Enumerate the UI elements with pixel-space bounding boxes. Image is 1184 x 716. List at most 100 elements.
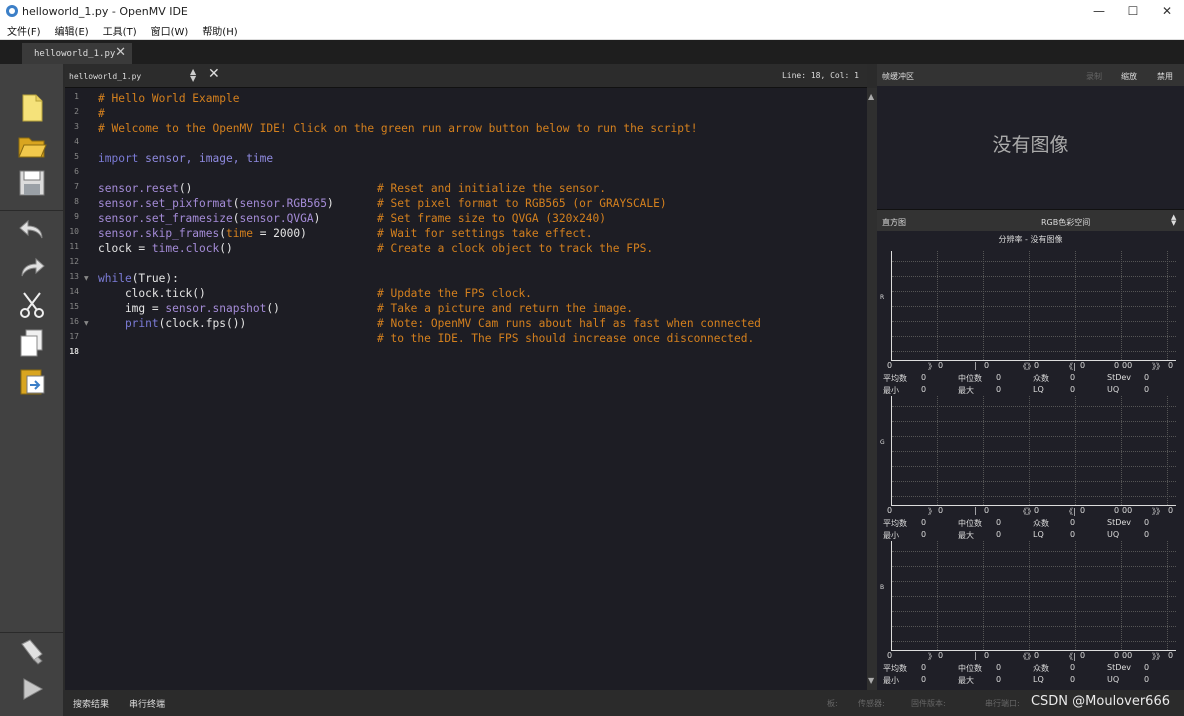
save-icon[interactable] <box>16 167 48 199</box>
new-file-icon[interactable] <box>16 92 48 124</box>
stat-stdev-label: StDev <box>1107 373 1132 382</box>
paste-icon[interactable] <box>16 365 48 397</box>
copy-icon[interactable] <box>16 327 48 359</box>
menu-file[interactable]: 文件(F) <box>0 23 48 38</box>
grid-line <box>983 396 984 505</box>
menu-window[interactable]: 窗口(W) <box>144 23 196 38</box>
zoom-button[interactable]: 缩放 <box>1121 71 1137 82</box>
connect-usb-icon[interactable] <box>16 636 48 668</box>
scroll-down-icon[interactable]: ▼ <box>868 676 874 685</box>
code-text: () <box>219 242 233 255</box>
grid-line <box>1075 396 1076 505</box>
code-text: img = <box>98 302 166 315</box>
code-text: clock.tick <box>98 287 193 300</box>
stat-min-value: 0 <box>921 385 927 394</box>
scroll-up-icon[interactable]: ▲ <box>868 92 874 101</box>
tick-label: | <box>974 361 977 370</box>
board-status: 板: <box>827 698 838 708</box>
colorspace-select-arrows-icon[interactable]: ▲ ▼ <box>1171 214 1176 227</box>
editor-header: helloworld_1.py ▲ ▼ ✕ Line: 18, Col: 1 <box>65 64 867 88</box>
histogram-g-chart <box>891 396 1176 506</box>
file-tab-helloworld[interactable]: helloworld_1.py ✕ <box>22 43 132 64</box>
fold-arrow-icon[interactable]: ▼ <box>84 320 89 327</box>
undo-icon[interactable] <box>16 214 48 246</box>
code-text: () <box>192 287 206 300</box>
no-image-text: 没有图像 <box>992 134 1069 156</box>
stat-median-label: 中位数 <box>958 374 982 383</box>
tick-label: 0 <box>1168 651 1174 660</box>
close-tab-icon[interactable]: ✕ <box>115 45 126 60</box>
grid-line <box>1167 251 1168 360</box>
colorspace-select[interactable]: RGB色彩空间 <box>1041 217 1090 228</box>
stat-uq-value: 0 <box>1144 385 1150 394</box>
tick-label: 0 <box>1034 506 1040 515</box>
file-selector-arrows-icon[interactable]: ▲ ▼ <box>190 68 196 83</box>
grid-line <box>1075 251 1076 360</box>
cut-icon[interactable] <box>16 289 48 321</box>
editor-scrollbar[interactable]: ▲ ▼ <box>867 88 877 690</box>
code-editor[interactable]: helloworld_1.py ▲ ▼ ✕ Line: 18, Col: 1 1 … <box>65 64 867 690</box>
grid-line <box>1167 396 1168 505</box>
tick-label: 0 <box>938 651 944 660</box>
grid-line <box>1029 251 1030 360</box>
menu-help[interactable]: 帮助(H) <box>195 23 244 38</box>
channel-r-label: R <box>880 294 885 301</box>
code-comment: # Reset and initialize the sensor. <box>377 182 607 195</box>
code-call: sensor.RGB565 <box>239 197 328 210</box>
tick-label: 《》 <box>1019 507 1035 516</box>
code-comment: # Hello World Example <box>98 92 240 105</box>
code-text: (True): <box>131 272 179 285</box>
close-editor-icon[interactable]: ✕ <box>208 66 220 82</box>
stat-mode-value: 0 <box>1070 518 1076 527</box>
code-comment: # Create a clock object to track the FPS… <box>377 242 654 255</box>
run-script-icon[interactable] <box>16 673 48 705</box>
histogram-label: 直方图 <box>882 218 906 227</box>
histogram-area: 分辨率 - 没有图像 R 0 》 0 | 0 《》 0 《| 0 0 00 》》 0 平均数… <box>877 231 1184 690</box>
tick-label: 0 <box>1080 506 1086 515</box>
stat-uq-label: UQ <box>1107 385 1120 394</box>
tick-label: 0 <box>984 506 990 515</box>
tick-label: 》 <box>928 507 936 516</box>
stat-min-value: 0 <box>921 530 927 539</box>
code-keyword: while <box>98 272 132 285</box>
tick-label: 0 <box>1168 506 1174 515</box>
stat-median-value: 0 <box>996 518 1002 527</box>
redo-icon[interactable] <box>16 252 48 284</box>
framebuffer-label: 帧缓冲区 <box>882 72 914 81</box>
file-selector[interactable]: helloworld_1.py <box>69 67 204 85</box>
stat-min-label: 最小 <box>883 676 899 685</box>
current-line-number: 18 <box>69 347 79 356</box>
code-text: ( <box>219 227 226 240</box>
code-call: sensor.set_framesize <box>98 212 233 225</box>
close-window-button[interactable]: ✕ <box>1150 0 1184 22</box>
code-text: = 2000) <box>252 227 307 240</box>
histogram-r-ticks: 0 》 0 | 0 《》 0 《| 0 0 00 》》 0 <box>887 361 1184 371</box>
grid-line <box>892 421 1176 422</box>
line-number: 3 <box>74 122 79 131</box>
search-results-tab[interactable]: 搜索结果 <box>73 697 109 710</box>
code-line-8: sensor.set_pixformat(sensor.RGB565) # Set… <box>98 196 898 211</box>
code-line-14: clock.tick() # Update the FPS clock. <box>98 286 898 301</box>
tick-label: 》》 <box>1152 507 1164 516</box>
stat-min-value: 0 <box>921 675 927 684</box>
record-button[interactable]: 录制 <box>1086 71 1102 82</box>
tick-label: 00 <box>1122 361 1133 370</box>
grid-line <box>1029 396 1030 505</box>
fold-arrow-icon[interactable]: ▼ <box>84 275 89 282</box>
menu-edit[interactable]: 编辑(E) <box>48 23 96 38</box>
grid-line <box>937 396 938 505</box>
firmware-status: 固件版本: <box>911 698 946 708</box>
grid-line <box>892 596 1176 597</box>
menu-tools[interactable]: 工具(T) <box>96 23 144 38</box>
grid-line <box>892 276 1176 277</box>
maximize-button[interactable]: ☐ <box>1116 0 1150 22</box>
disable-button[interactable]: 禁用 <box>1157 71 1173 82</box>
open-folder-icon[interactable] <box>16 130 48 162</box>
grid-line <box>892 321 1176 322</box>
tick-label: 0 <box>1114 361 1120 370</box>
minimize-button[interactable]: — <box>1082 0 1116 22</box>
code-call: sensor.QVGA <box>239 212 314 225</box>
serial-terminal-tab[interactable]: 串行终端 <box>129 697 165 710</box>
cursor-position: Line: 18, Col: 1 <box>781 71 859 80</box>
code-text[interactable]: # Hello World Example # # Welcome to the… <box>98 88 761 345</box>
